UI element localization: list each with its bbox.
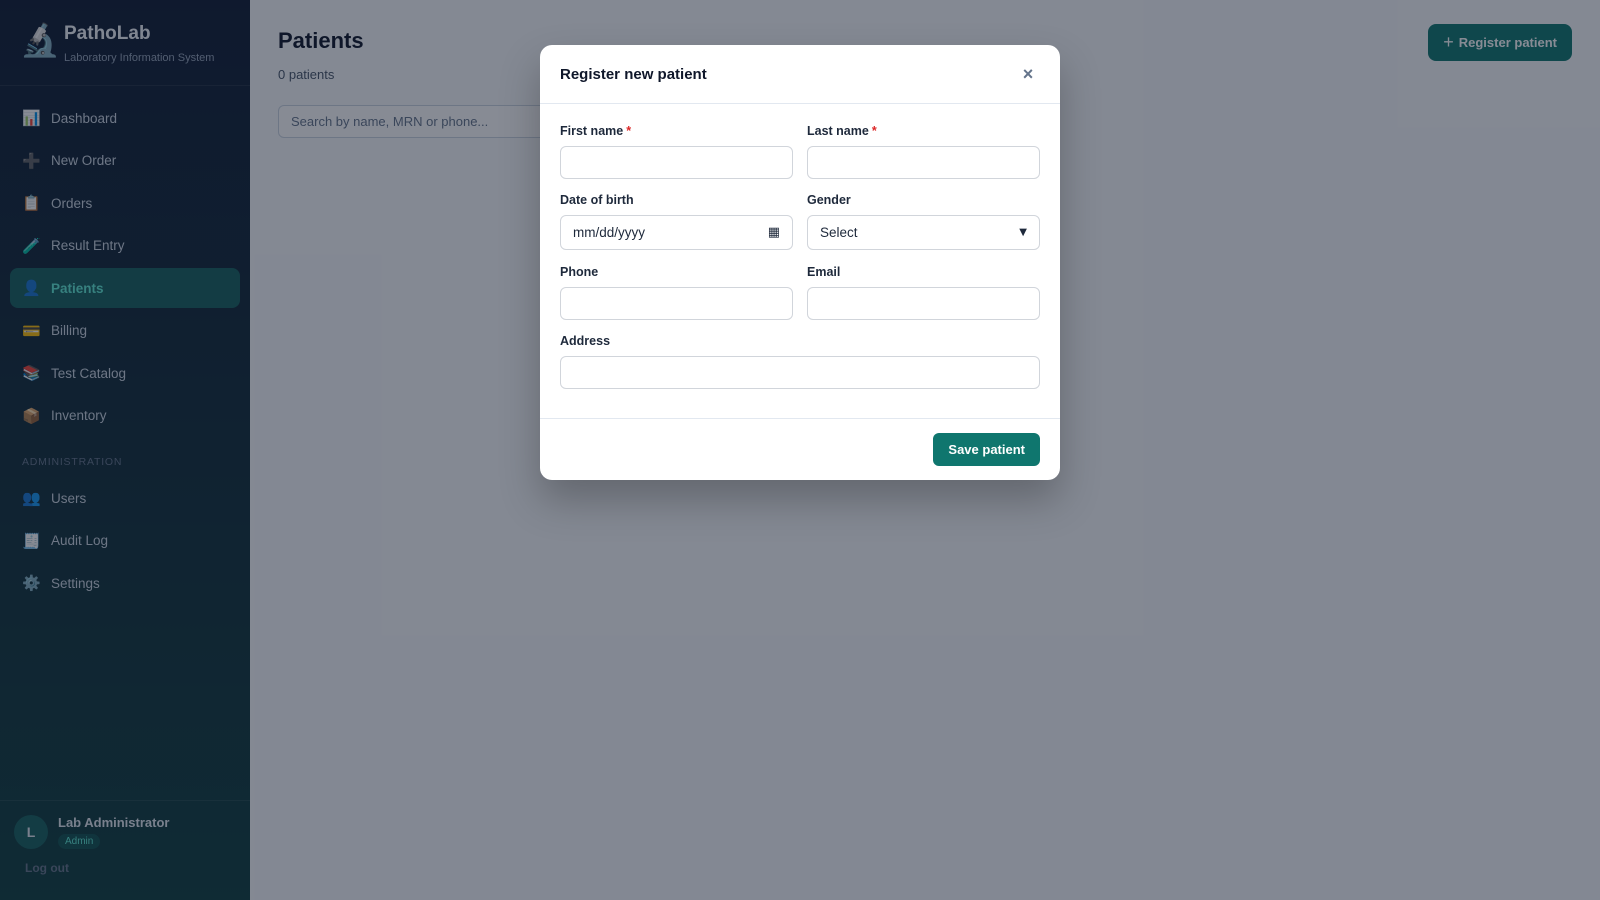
phone-field[interactable] [560,287,793,320]
required-marker: * [626,124,632,138]
close-icon[interactable]: × [1016,64,1040,85]
calendar-icon[interactable]: ▦ [768,225,780,240]
dob-placeholder: mm/dd/yyyy [573,225,646,240]
chevron-down-icon: ▼ [1019,227,1027,238]
gender-select[interactable]: Select ▼ [807,215,1040,250]
last-name-field[interactable] [807,146,1040,179]
modal-footer: Save patient [540,418,1060,480]
save-patient-button[interactable]: Save patient [933,433,1040,466]
modal-title: Register new patient [560,65,707,83]
required-marker: * [871,124,877,138]
modal-header: Register new patient × [540,45,1060,104]
register-patient-modal: Register new patient × First name * Last … [540,45,1060,480]
modal-body: First name * Last name * Date of birth mm/… [540,104,1060,389]
phone-label: Phone [560,265,599,279]
last-name-label: Last name * [807,124,877,138]
first-name-label: First name * [560,124,632,138]
address-field[interactable] [560,356,1040,389]
address-label: Address [560,334,611,348]
email-field[interactable] [807,287,1040,320]
email-label: Email [807,265,841,279]
first-name-field[interactable] [560,146,793,179]
dob-label: Date of birth [560,193,634,207]
dob-field[interactable]: mm/dd/yyyy ▦ [560,215,793,250]
gender-label: Gender [807,193,851,207]
gender-selected-value: Select [820,225,858,240]
